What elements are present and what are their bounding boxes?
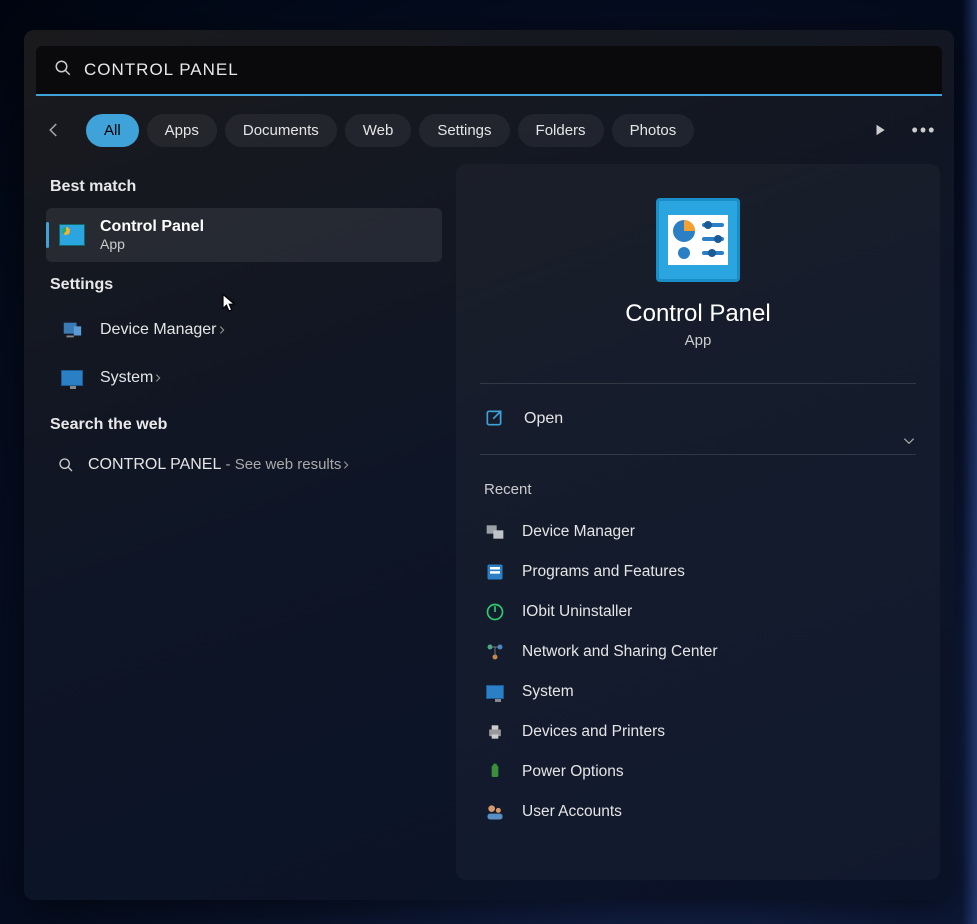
filter-row: All Apps Documents Web Settings Folders …: [24, 96, 954, 164]
start-search-panel: All Apps Documents Web Settings Folders …: [24, 30, 954, 900]
result-system[interactable]: System: [46, 354, 442, 402]
search-icon: [54, 59, 72, 82]
open-label: Open: [524, 410, 563, 428]
filter-tab-documents[interactable]: Documents: [225, 114, 337, 147]
divider: [480, 454, 916, 455]
system-icon: [484, 681, 506, 703]
recent-power-options[interactable]: Power Options: [480, 752, 916, 792]
network-icon: [484, 641, 506, 663]
recent-label: User Accounts: [522, 803, 622, 821]
recent-programs-features[interactable]: Programs and Features: [480, 552, 916, 592]
recent-label: IObit Uninstaller: [522, 603, 632, 621]
result-label: CONTROL PANEL - See web results: [88, 456, 341, 474]
result-label: Device Manager: [100, 321, 217, 339]
power-icon: [484, 761, 506, 783]
recent-network-sharing[interactable]: Network and Sharing Center: [480, 632, 916, 672]
recent-devices-printers[interactable]: Devices and Printers: [480, 712, 916, 752]
preview-header: Control Panel App: [480, 188, 916, 373]
chevron-right-icon: [153, 370, 163, 386]
chevron-right-icon: [341, 457, 351, 473]
preview-title: Control Panel: [625, 300, 770, 328]
search-icon: [58, 457, 74, 473]
filter-tab-photos[interactable]: Photos: [612, 114, 695, 147]
recent-label: Device Manager: [522, 523, 635, 541]
recent-label: Power Options: [522, 763, 624, 781]
divider: [480, 383, 916, 384]
result-web-search[interactable]: CONTROL PANEL - See web results: [46, 446, 442, 484]
recent-label: System: [522, 683, 574, 701]
recent-user-accounts[interactable]: User Accounts: [480, 792, 916, 832]
control-panel-icon: [58, 221, 86, 249]
filter-tab-all[interactable]: All: [86, 114, 139, 147]
device-manager-icon: [484, 521, 506, 543]
programs-icon: [484, 561, 506, 583]
section-header-settings: Settings: [50, 276, 442, 294]
recent-label: Network and Sharing Center: [522, 643, 718, 661]
content-area: Best match Control Panel App Settings De…: [24, 164, 954, 894]
result-title: Control Panel: [100, 218, 430, 236]
preview-pane: Control Panel App Open Recent Device Man…: [456, 164, 940, 880]
open-action[interactable]: Open: [480, 394, 916, 444]
filter-tab-web[interactable]: Web: [345, 114, 412, 147]
system-icon: [58, 364, 86, 392]
iobit-icon: [484, 601, 506, 623]
result-subtitle: App: [100, 236, 430, 252]
recent-label: Programs and Features: [522, 563, 685, 581]
users-icon: [484, 801, 506, 823]
result-best-match[interactable]: Control Panel App: [46, 208, 442, 262]
desktop-background-edge: [962, 0, 977, 924]
recent-device-manager[interactable]: Device Manager: [480, 512, 916, 552]
result-device-manager[interactable]: Device Manager: [46, 306, 442, 354]
recent-label: Devices and Printers: [522, 723, 665, 741]
search-input[interactable]: [84, 60, 924, 80]
open-icon: [484, 408, 506, 430]
recent-iobit-uninstaller[interactable]: IObit Uninstaller: [480, 592, 916, 632]
recent-system[interactable]: System: [480, 672, 916, 712]
printer-icon: [484, 721, 506, 743]
filter-tab-apps[interactable]: Apps: [147, 114, 217, 147]
mouse-cursor-icon: [222, 294, 236, 314]
filter-tab-folders[interactable]: Folders: [518, 114, 604, 147]
collapse-chevron-icon[interactable]: [902, 434, 916, 453]
filter-tab-settings[interactable]: Settings: [419, 114, 509, 147]
more-options-button[interactable]: •••: [906, 112, 942, 148]
device-manager-icon: [58, 316, 86, 344]
preview-subtitle: App: [685, 332, 712, 349]
section-header-best-match: Best match: [50, 178, 442, 196]
recent-header: Recent: [484, 481, 912, 498]
control-panel-large-icon: [656, 198, 740, 282]
back-button[interactable]: [36, 112, 72, 148]
results-column: Best match Control Panel App Settings De…: [24, 164, 456, 894]
chevron-right-icon: [217, 322, 227, 338]
search-bar[interactable]: [36, 46, 942, 94]
result-label: System: [100, 369, 153, 387]
section-header-web: Search the web: [50, 416, 442, 434]
play-icon[interactable]: [862, 112, 898, 148]
